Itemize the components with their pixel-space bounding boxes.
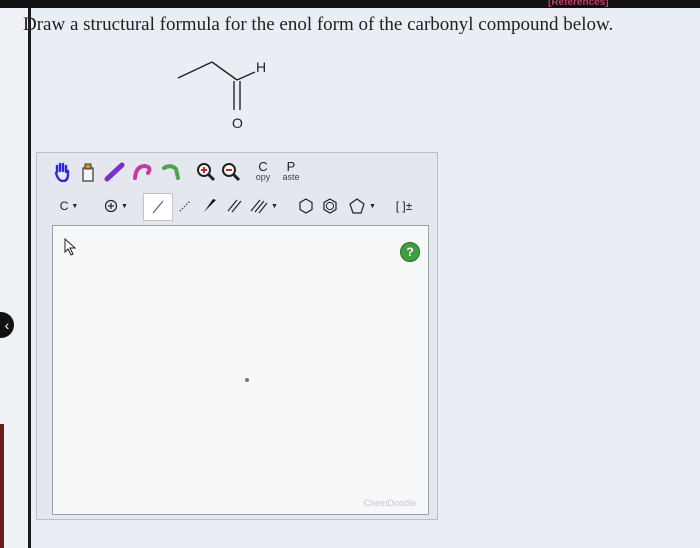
hand-icon — [54, 162, 70, 182]
hashed-bond-icon — [179, 200, 191, 212]
pencil-icon — [104, 162, 125, 182]
double-bond-icon — [227, 199, 242, 213]
sidebar-edge — [0, 424, 4, 548]
zoom-out-button[interactable] — [220, 159, 242, 185]
single-bond-icon — [152, 200, 164, 214]
copy-label-top: C — [258, 159, 268, 174]
hashed-bond-button[interactable] — [174, 195, 196, 217]
zoom-out-icon — [222, 163, 241, 182]
toolbar-row-1: C opy P aste — [37, 153, 437, 191]
brackets-button[interactable]: [ ]± — [387, 195, 421, 217]
zoom-in-icon — [197, 163, 216, 182]
copy-label-bottom: opy — [255, 172, 271, 182]
lasso-tool-button[interactable] — [131, 159, 155, 185]
benzene-icon — [323, 198, 337, 214]
double-bond-button[interactable] — [223, 195, 245, 217]
chevron-down-icon: ▼ — [271, 202, 278, 210]
sidebar-divider — [28, 8, 31, 548]
wedge-bond-button[interactable] — [199, 195, 221, 217]
triple-bond-icon — [250, 199, 268, 214]
paste-label-bottom: aste — [282, 172, 300, 182]
element-selector[interactable]: C ▼ — [51, 195, 87, 217]
chevron-down-icon: ▼ — [121, 202, 128, 210]
canvas-marker-dot — [245, 378, 249, 382]
charge-selector[interactable]: ▼ — [97, 195, 135, 217]
left-sidebar — [0, 8, 28, 548]
copy-button[interactable]: C opy — [252, 159, 274, 185]
eraser-tool-button[interactable] — [77, 159, 99, 185]
toolbar-row-2: C ▼ ▼ ▼ ▼ []± — [37, 191, 437, 221]
chemdoodle-watermark: ChemDoodle — [363, 498, 416, 508]
help-button[interactable]: ? — [400, 242, 420, 262]
references-link[interactable]: [References] — [548, 0, 609, 8]
benzene-button[interactable] — [319, 195, 341, 217]
charge-plus-icon — [104, 199, 118, 213]
rotate-tool-button[interactable] — [159, 159, 183, 185]
carbonyl-structure: H O — [177, 59, 266, 131]
paste-button[interactable]: P aste — [280, 159, 302, 185]
cursor-arrow-icon — [64, 238, 77, 256]
ring-selector[interactable]: ▼ — [343, 195, 381, 217]
paste-label-top: P — [286, 159, 296, 174]
pencil-tool-button[interactable] — [103, 159, 127, 185]
rotate-icon — [162, 164, 180, 180]
top-bar: [References] — [0, 0, 700, 8]
oxygen-label: O — [232, 115, 243, 131]
cyclohexane-button[interactable] — [295, 195, 317, 217]
pentagon-icon — [349, 198, 365, 214]
element-label: C — [59, 199, 69, 213]
hand-tool-button[interactable] — [51, 159, 73, 185]
hexagon-icon — [299, 198, 313, 214]
eraser-icon — [82, 163, 94, 182]
chemdoodle-editor: C opy P aste C ▼ ▼ ▼ ▼ []± ? ChemDoodle — [36, 152, 438, 520]
chevron-left-icon: ‹ — [4, 317, 10, 333]
wedge-bond-icon — [204, 199, 216, 212]
chevron-down-icon: ▼ — [369, 202, 376, 210]
triple-bond-selector[interactable]: ▼ — [247, 195, 281, 217]
brackets-label: [ ]± — [395, 199, 413, 213]
question-text: Draw a structural formula for the enol f… — [23, 14, 614, 35]
single-bond-button[interactable] — [143, 193, 173, 221]
chevron-down-icon: ▼ — [71, 202, 79, 210]
hydrogen-label: H — [256, 59, 266, 75]
drawing-canvas[interactable]: ? ChemDoodle — [52, 225, 429, 515]
zoom-in-button[interactable] — [195, 159, 217, 185]
lasso-icon — [133, 163, 152, 180]
